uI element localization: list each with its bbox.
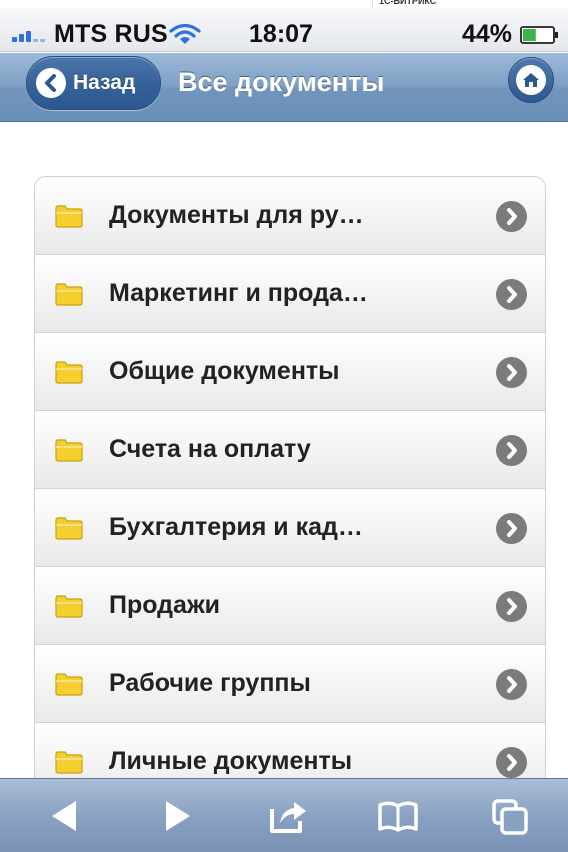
folder-icon: [55, 361, 83, 384]
list-item-folder[interactable]: Рабочие группы: [35, 645, 545, 723]
bookmarks-icon[interactable]: [374, 793, 422, 839]
chevron-right-icon: [496, 747, 527, 778]
chevron-right-icon: [496, 669, 527, 700]
back-icon[interactable]: [42, 793, 90, 839]
list-item-folder[interactable]: Счета на оплату: [35, 411, 545, 489]
list-item-label: Бухгалтерия и кад…: [109, 513, 363, 541]
folder-icon: [55, 595, 83, 618]
folder-list: Документы для ру… Маркетинг и прода… Общ…: [34, 176, 546, 778]
carrier-name: MTS RUS: [54, 20, 168, 48]
back-button-label: Назад: [73, 71, 136, 94]
wifi-icon: [169, 23, 201, 44]
list-item-folder[interactable]: Документы для ру…: [35, 177, 545, 255]
chevron-right-icon: [496, 201, 527, 232]
folder-icon: [55, 205, 83, 228]
page-title: Все документы: [178, 67, 385, 97]
folder-icon: [55, 751, 83, 774]
list-item-label: Продажи: [109, 591, 221, 619]
list-item-folder[interactable]: Бухгалтерия и кад…: [35, 489, 545, 567]
list-item-folder[interactable]: Продажи: [35, 567, 545, 645]
list-item-folder[interactable]: Маркетинг и прода…: [35, 255, 545, 333]
list-item-label: Общие документы: [109, 357, 340, 385]
home-icon: [516, 65, 546, 95]
home-button[interactable]: [508, 57, 554, 103]
tabs-icon[interactable]: [486, 793, 534, 839]
chevron-right-icon: [496, 591, 527, 622]
folder-icon: [55, 283, 83, 306]
list-item-label: Счета на оплату: [109, 435, 311, 463]
status-bar: MTS RUS 18:07 44%: [0, 8, 568, 52]
signal-icon: [12, 28, 48, 42]
list-item-label: Маркетинг и прода…: [109, 279, 368, 307]
chevron-right-icon: [496, 435, 527, 466]
list-item-folder[interactable]: Личные документы: [35, 723, 545, 778]
folder-icon: [55, 517, 83, 540]
folder-icon: [55, 439, 83, 462]
watermark-text: 1С-БИТРИКС: [372, 0, 442, 8]
battery-icon: [520, 26, 558, 44]
list-item-label: Рабочие группы: [109, 669, 311, 697]
chevron-right-icon: [496, 357, 527, 388]
list-item-folder[interactable]: Общие документы: [35, 333, 545, 411]
back-button[interactable]: Назад: [26, 56, 161, 110]
chevron-right-icon: [496, 513, 527, 544]
forward-icon[interactable]: [152, 793, 200, 839]
top-strip: 1С-БИТРИКС: [0, 0, 568, 8]
folder-icon: [55, 673, 83, 696]
chevron-right-icon: [496, 279, 527, 310]
list-item-label: Документы для ру…: [109, 201, 364, 229]
browser-toolbar: [0, 778, 568, 852]
share-icon[interactable]: [264, 793, 312, 839]
back-chevron-icon: [36, 68, 66, 98]
list-item-label: Личные документы: [109, 747, 353, 775]
battery-percent: 44%: [461, 20, 512, 48]
